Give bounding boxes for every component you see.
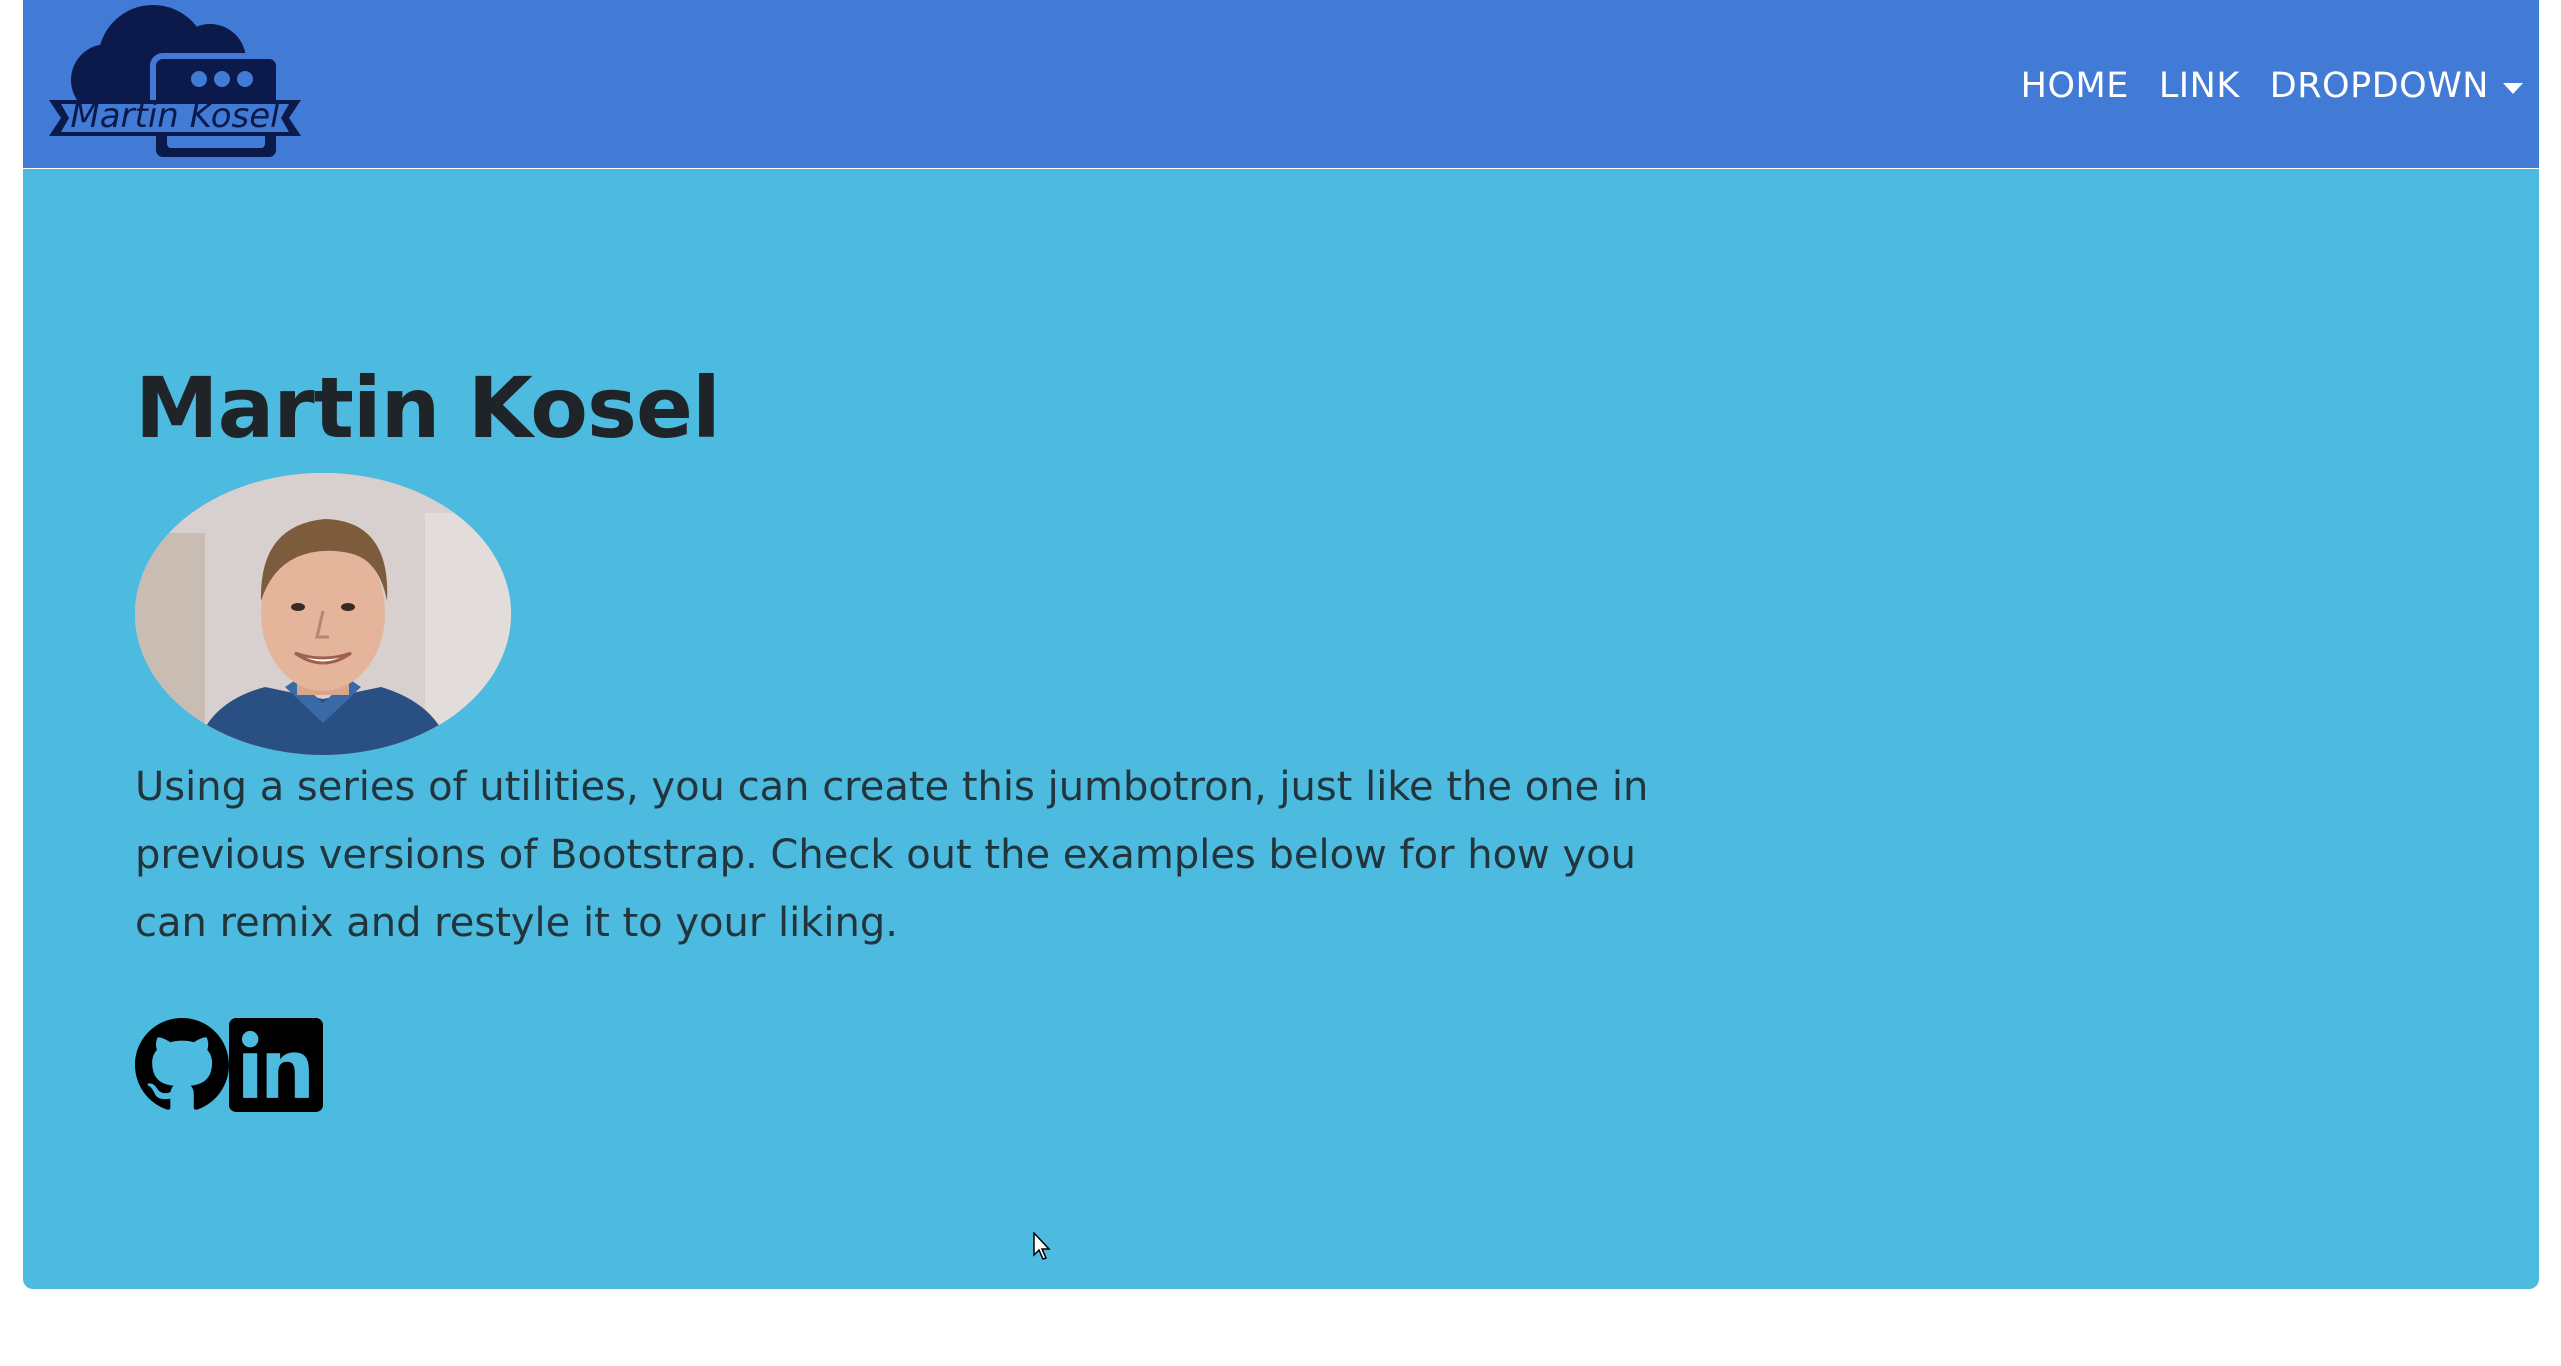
github-link[interactable] — [135, 1018, 229, 1112]
navbar: Martin Kosel HOME LINK DROPDOWN — [23, 0, 2539, 168]
social-links — [135, 1017, 323, 1113]
brand-logo-link[interactable]: Martin Kosel — [45, 0, 305, 165]
avatar — [135, 473, 511, 755]
nav-link-home[interactable]: HOME — [2021, 66, 2129, 106]
nav-link-link[interactable]: LINK — [2159, 66, 2240, 106]
nav-dropdown-label: DROPDOWN — [2269, 66, 2489, 106]
nav-link-link-label: LINK — [2158, 66, 2240, 106]
profile-photo — [135, 473, 511, 755]
cloud-terminal-logo-icon: Martin Kosel — [49, 5, 301, 163]
linkedin-link[interactable] — [229, 1018, 323, 1112]
page-title: Martin Kosel — [135, 359, 721, 457]
nav-link-home-label: HOME — [2020, 66, 2129, 106]
mouse-cursor-icon — [1033, 1232, 1051, 1260]
caret-down-icon — [2503, 82, 2523, 94]
brand-logo-text: Martin Kosel — [70, 96, 280, 136]
nav-links: HOME LINK DROPDOWN — [2021, 56, 2523, 116]
nav-dropdown-toggle[interactable]: DROPDOWN — [2270, 66, 2523, 106]
github-icon — [135, 1018, 229, 1110]
lead-paragraph: Using a series of utilities, you can cre… — [135, 764, 1649, 946]
jumbotron: Martin Kosel Using a series of utilities — [23, 169, 2539, 1289]
linkedin-icon — [229, 1018, 323, 1112]
